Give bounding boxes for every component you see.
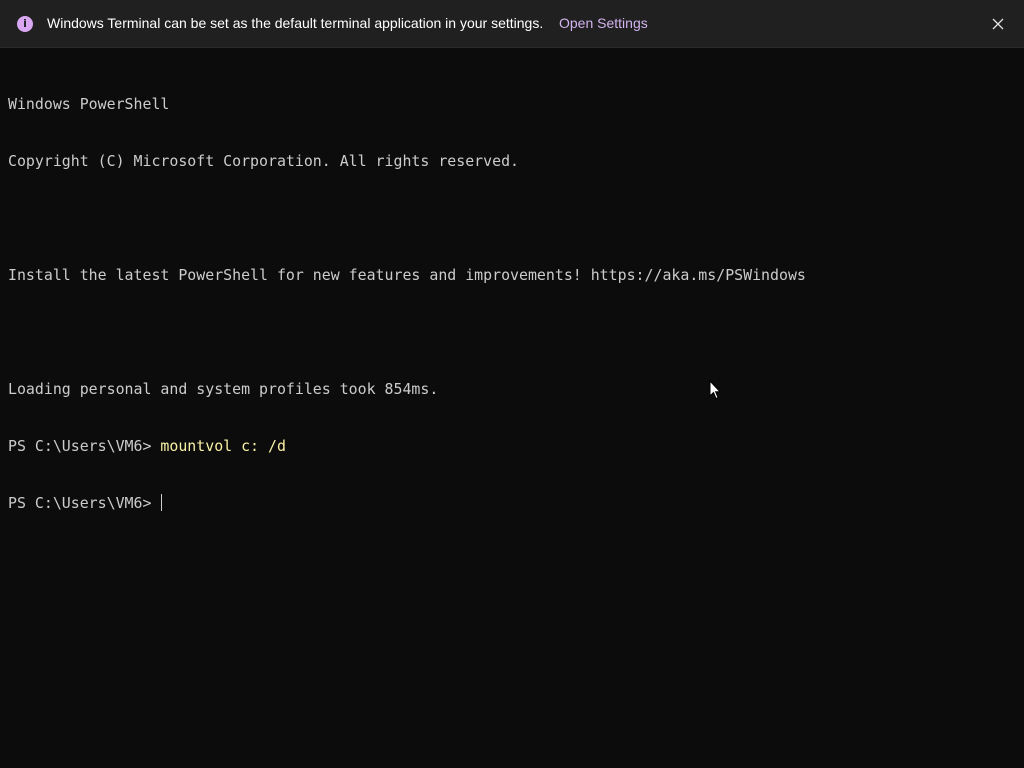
default-terminal-infobar: i Windows Terminal can be set as the def… bbox=[0, 0, 1024, 48]
mouse-pointer-icon bbox=[709, 379, 722, 405]
close-infobar-button[interactable] bbox=[984, 10, 1012, 38]
terminal-line: Copyright (C) Microsoft Corporation. All… bbox=[8, 152, 520, 170]
history-command: mountvol c: /d bbox=[160, 437, 286, 455]
infobar-message: Windows Terminal can be set as the defau… bbox=[47, 15, 544, 31]
terminal-line: Install the latest PowerShell for new fe… bbox=[8, 266, 806, 284]
history-line: PS C:\Users\VM6> mountvol c: /d bbox=[8, 437, 1016, 456]
terminal-line: Loading personal and system profiles too… bbox=[8, 380, 439, 398]
terminal-window: i Windows Terminal can be set as the def… bbox=[0, 0, 1024, 768]
terminal-output[interactable]: Windows PowerShell Copyright (C) Microso… bbox=[8, 57, 1016, 551]
terminal-line: Windows PowerShell bbox=[8, 95, 170, 113]
current-prompt: PS C:\Users\VM6> bbox=[8, 494, 161, 512]
open-settings-link[interactable]: Open Settings bbox=[559, 15, 648, 31]
info-icon: i bbox=[17, 16, 33, 32]
history-prompt: PS C:\Users\VM6> bbox=[8, 437, 161, 455]
text-cursor bbox=[161, 494, 163, 511]
current-prompt-line[interactable]: PS C:\Users\VM6> bbox=[8, 494, 1016, 513]
close-icon bbox=[992, 18, 1004, 30]
